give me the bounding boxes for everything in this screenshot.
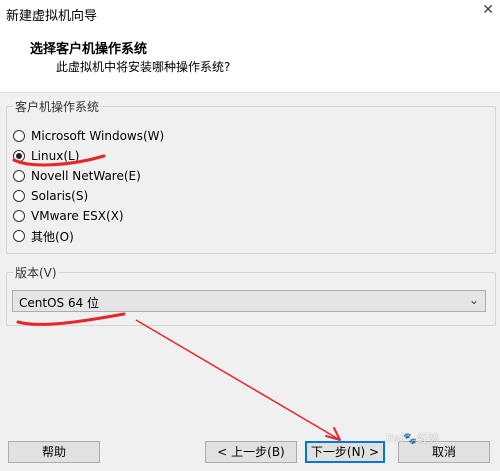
guest-os-legend: 客户机操作系统 [13, 98, 102, 115]
radio-label: Solaris(S) [31, 189, 89, 203]
radio-vmware-esx[interactable]: VMware ESX(X) [13, 207, 124, 225]
radio-solaris[interactable]: Solaris(S) [13, 187, 88, 205]
radio-windows[interactable]: Microsoft Windows(W) [13, 127, 164, 145]
radio-button[interactable] [13, 230, 25, 242]
radio-label: VMware ESX(X) [31, 209, 124, 223]
radio-button[interactable] [13, 210, 25, 222]
radio-button[interactable] [13, 170, 25, 182]
radio-label: Microsoft Windows(W) [31, 129, 165, 143]
version-legend: 版本(V) [13, 264, 59, 281]
radio-label: Linux(L) [31, 149, 80, 163]
next-button[interactable]: 下一步(N) > [305, 441, 385, 463]
radio-netware[interactable]: Novell NetWare(E) [13, 167, 141, 185]
radio-label: Novell NetWare(E) [31, 169, 141, 183]
close-icon[interactable]: ✕ [482, 2, 494, 18]
watermark: Bai🐾经验 [386, 432, 440, 445]
radio-button-checked[interactable] [13, 150, 25, 162]
window-title: 新建虚拟机向导 [6, 9, 98, 24]
guest-os-group: 客户机操作系统 Microsoft Windows(W) Linux(L) No… [6, 98, 496, 254]
radio-other[interactable]: 其他(O) [13, 227, 74, 245]
version-selected-value: CentOS 64 位 [19, 296, 100, 310]
radio-label: 其他(O) [31, 229, 74, 244]
back-button[interactable]: < 上一步(B) [205, 441, 297, 463]
arrow-line [135, 319, 341, 441]
radio-button[interactable] [13, 130, 25, 142]
wizard-header: 选择客户机操作系统 此虚拟机中将安装哪种操作系统? [0, 26, 500, 93]
version-select[interactable]: CentOS 64 位 ⌄ [12, 290, 486, 312]
title-bar: 新建虚拟机向导 ✕ [0, 0, 500, 26]
page-title: 选择客户机操作系统 [30, 42, 148, 57]
help-button[interactable]: 帮助 [8, 441, 100, 463]
radio-button[interactable] [13, 190, 25, 202]
chevron-down-icon[interactable]: ⌄ [469, 293, 479, 307]
radio-linux[interactable]: Linux(L) [13, 147, 79, 165]
button-bar: 帮助 < 上一步(B) 下一步(N) > 取消 Bai🐾经验 [0, 432, 500, 471]
page-subtitle: 此虚拟机中将安装哪种操作系统? [56, 60, 231, 74]
